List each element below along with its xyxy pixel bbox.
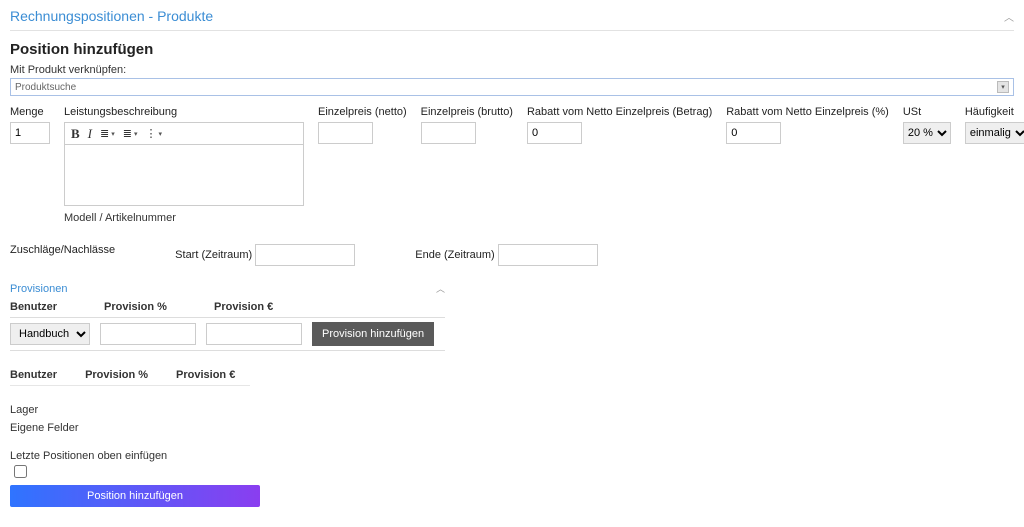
insert-top-row: Letzte Positionen oben einfügen — [10, 450, 1014, 481]
qty-col: Menge — [10, 106, 50, 224]
desc-col: Leistungsbeschreibung B I ≣▾ ≣▾ ⋮▾ Model… — [64, 106, 304, 224]
end-input[interactable] — [498, 244, 598, 266]
submit-position-button[interactable]: Position hinzufügen — [10, 485, 260, 507]
discount-amount-col: Rabatt vom Netto Einzelpreis (Betrag) — [527, 106, 712, 224]
end-label: Ende (Zeitraum) — [415, 249, 494, 261]
unit-gross-label: Einzelpreis (brutto) — [421, 106, 513, 118]
prov-list-eur: Provision € — [176, 369, 235, 381]
provisions-list-header: Benutzer Provision % Provision € — [10, 369, 1014, 381]
fields-row: Menge Leistungsbeschreibung B I ≣▾ ≣▾ ⋮▾… — [10, 106, 1014, 224]
panel-title-text: Rechnungspositionen - Produkte — [10, 8, 213, 24]
discount-amount-label: Rabatt vom Netto Einzelpreis (Betrag) — [527, 106, 712, 118]
editor-area[interactable] — [65, 145, 303, 205]
numbered-list-icon[interactable]: ≣▾ — [123, 127, 138, 140]
prov-head-user: Benutzer — [10, 301, 90, 313]
discount-pct-input[interactable] — [726, 122, 781, 144]
unit-gross-col: Einzelpreis (brutto) — [421, 106, 513, 224]
panel-title: Rechnungspositionen - Produkte ︿ — [10, 6, 1014, 28]
surcharges-col: Zuschläge/Nachlässe — [10, 244, 115, 266]
add-provision-button[interactable]: Provision hinzufügen — [312, 322, 434, 346]
period-row: Zuschläge/Nachlässe Start (Zeitraum) End… — [10, 244, 1014, 266]
editor-toolbar: B I ≣▾ ≣▾ ⋮▾ — [65, 123, 303, 145]
prov-head-pct: Provision % — [104, 301, 200, 313]
end-col: Ende (Zeitraum) — [415, 244, 598, 266]
unit-net-col: Einzelpreis (netto) — [318, 106, 407, 224]
chevron-up-icon: ︿ — [436, 282, 445, 295]
dropdown-arrow-icon: ▾ — [997, 81, 1009, 93]
freq-col: Häufigkeit einmalig — [965, 106, 1024, 224]
surcharges-label: Zuschläge/Nachlässe — [10, 244, 115, 256]
rich-text-editor: B I ≣▾ ≣▾ ⋮▾ — [64, 122, 304, 206]
prov-eur-input[interactable] — [206, 323, 302, 345]
freq-select[interactable]: einmalig — [965, 122, 1024, 144]
provisions-header: Benutzer Provision % Provision € — [10, 301, 445, 313]
eigene-felder-link[interactable]: Eigene Felder — [10, 422, 1014, 434]
prov-user-select[interactable]: Handbuch — [10, 323, 90, 345]
prov-list-user: Benutzer — [10, 369, 57, 381]
unit-net-label: Einzelpreis (netto) — [318, 106, 407, 118]
vat-select[interactable]: 20 % — [903, 122, 951, 144]
bullet-list-icon[interactable]: ≣▾ — [100, 127, 115, 140]
start-col: Start (Zeitraum) — [175, 244, 355, 266]
unit-net-input[interactable] — [318, 122, 373, 144]
product-search-placeholder: Produktsuche — [15, 82, 76, 93]
prov-list-pct: Provision % — [85, 369, 148, 381]
model-number-link[interactable]: Modell / Artikelnummer — [64, 212, 304, 224]
italic-icon[interactable]: I — [88, 126, 92, 142]
provisions-input-row: Handbuch Provision hinzufügen — [10, 317, 445, 351]
insert-top-checkbox[interactable] — [14, 465, 27, 478]
lager-link[interactable]: Lager — [10, 404, 1014, 416]
product-link-label: Mit Produkt verknüpfen: — [10, 64, 1014, 76]
provisions-title-text: Provisionen — [10, 283, 67, 295]
provisions-title[interactable]: Provisionen ︿ — [10, 282, 445, 295]
discount-pct-col: Rabatt vom Netto Einzelpreis (%) — [726, 106, 889, 224]
divider — [10, 385, 250, 386]
form-subtitle: Position hinzufügen — [10, 41, 1014, 58]
vat-col: USt 20 % — [903, 106, 951, 224]
start-label: Start (Zeitraum) — [175, 249, 252, 261]
desc-label: Leistungsbeschreibung — [64, 106, 304, 118]
prov-pct-input[interactable] — [100, 323, 196, 345]
qty-input[interactable] — [10, 122, 50, 144]
chevron-up-icon[interactable]: ︿ — [1004, 9, 1014, 24]
qty-label: Menge — [10, 106, 50, 118]
prov-head-eur: Provision € — [214, 301, 310, 313]
vat-label: USt — [903, 106, 951, 118]
product-search-combobox[interactable]: Produktsuche ▾ — [10, 78, 1014, 96]
divider — [10, 30, 1014, 31]
bold-icon[interactable]: B — [71, 126, 80, 142]
unit-gross-input[interactable] — [421, 122, 476, 144]
insert-top-label: Letzte Positionen oben einfügen — [10, 450, 1014, 462]
start-input[interactable] — [255, 244, 355, 266]
discount-pct-label: Rabatt vom Netto Einzelpreis (%) — [726, 106, 889, 118]
more-options-icon[interactable]: ⋮▾ — [145, 127, 162, 140]
freq-label: Häufigkeit — [965, 106, 1024, 118]
discount-amount-input[interactable] — [527, 122, 582, 144]
